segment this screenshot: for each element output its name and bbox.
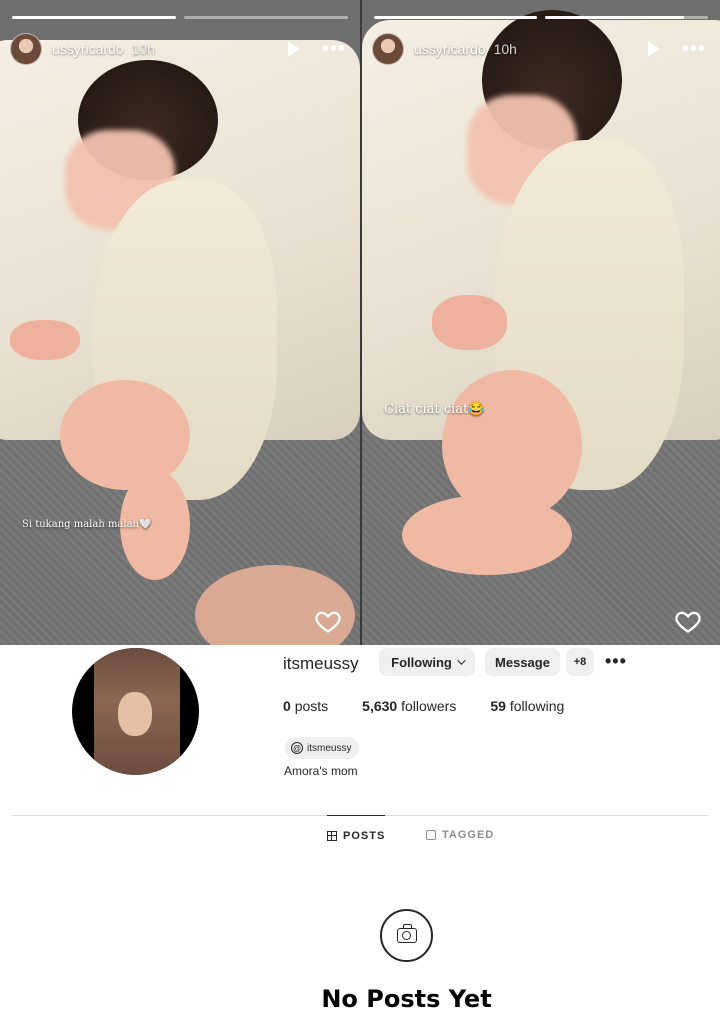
followers-count[interactable]: 5,630 followers — [362, 698, 456, 714]
followers-count-value: 5,630 — [362, 698, 398, 714]
story-avatar[interactable] — [10, 33, 42, 65]
story-avatar[interactable] — [372, 33, 404, 65]
posts-count-label: posts — [294, 698, 329, 714]
tab-posts[interactable]: POSTS — [327, 815, 386, 855]
more-options-icon[interactable]: ••• — [322, 39, 346, 59]
following-count-value: 59 — [490, 698, 506, 714]
story-username[interactable]: ussyricardo — [52, 41, 124, 57]
more-options-icon[interactable]: ••• — [682, 39, 706, 59]
more-options-icon[interactable]: ••• — [605, 651, 627, 672]
posts-count-value: 0 — [283, 698, 291, 714]
following-count[interactable]: 59 following — [490, 698, 564, 714]
story-header-2: ussyricardo 10h ••• — [372, 32, 706, 66]
camera-icon — [380, 909, 433, 962]
story-photo-2 — [362, 0, 720, 645]
following-button[interactable]: Following — [379, 648, 475, 676]
tab-tagged-label: TAGGED — [442, 829, 495, 841]
following-button-label: Following — [391, 654, 452, 670]
avatar-face — [118, 692, 152, 736]
heart-icon[interactable] — [314, 607, 342, 635]
story-time: 10h — [131, 41, 155, 57]
tagged-icon — [426, 830, 436, 840]
grid-icon — [327, 830, 337, 841]
stories-viewer: ussyricardo 10h ••• Si tukang malah mala… — [0, 0, 720, 645]
message-button[interactable]: Message — [485, 648, 560, 676]
chevron-down-icon — [456, 656, 466, 665]
story-progress-1 — [12, 16, 348, 19]
following-count-label: following — [509, 698, 565, 714]
profile-username: itsmeussy — [283, 654, 359, 673]
profile-tabs: POSTS TAGGED — [0, 815, 720, 855]
threads-badge[interactable]: @ itsmeussy — [285, 737, 360, 759]
profile-avatar[interactable] — [72, 648, 199, 775]
profile-bio: Amora's mom — [284, 764, 358, 778]
story-frame-2[interactable]: ussyricardo 10h ••• Ciat ciat ciat😂 — [360, 0, 720, 645]
play-icon[interactable] — [287, 41, 300, 57]
story-caption: Ciat ciat ciat😂 — [384, 402, 485, 417]
story-caption: Si tukang malah malah🤍 — [22, 519, 152, 530]
story-photo-1 — [0, 0, 360, 645]
play-icon[interactable] — [647, 41, 660, 57]
story-header-1: ussyricardo 10h ••• — [10, 32, 346, 66]
story-time: 10h — [493, 41, 517, 57]
progress-fill — [374, 16, 537, 19]
add-user-icon: +8 — [573, 656, 587, 668]
profile-section: itsmeussy Following Message +8 ••• 0 pos… — [0, 645, 720, 1020]
followers-count-label: followers — [401, 698, 457, 714]
add-user-button[interactable]: +8 — [566, 648, 594, 676]
story-progress-2 — [374, 16, 708, 19]
tab-posts-label: POSTS — [343, 829, 386, 842]
message-button-label: Message — [495, 654, 550, 670]
threads-icon: @ — [291, 742, 303, 754]
progress-fill — [12, 16, 176, 19]
story-frame-1[interactable]: ussyricardo 10h ••• Si tukang malah mala… — [0, 0, 360, 645]
heart-icon[interactable] — [674, 607, 702, 635]
tab-tagged[interactable]: TAGGED — [426, 815, 494, 855]
profile-stats: 0 posts 5,630 followers 59 following — [283, 698, 598, 714]
threads-handle: itsmeussy — [307, 742, 352, 754]
empty-state-title: No Posts Yet — [321, 985, 492, 1013]
progress-fill — [545, 16, 684, 19]
posts-count: 0 posts — [283, 698, 328, 714]
story-username[interactable]: ussyricardo — [414, 41, 486, 57]
